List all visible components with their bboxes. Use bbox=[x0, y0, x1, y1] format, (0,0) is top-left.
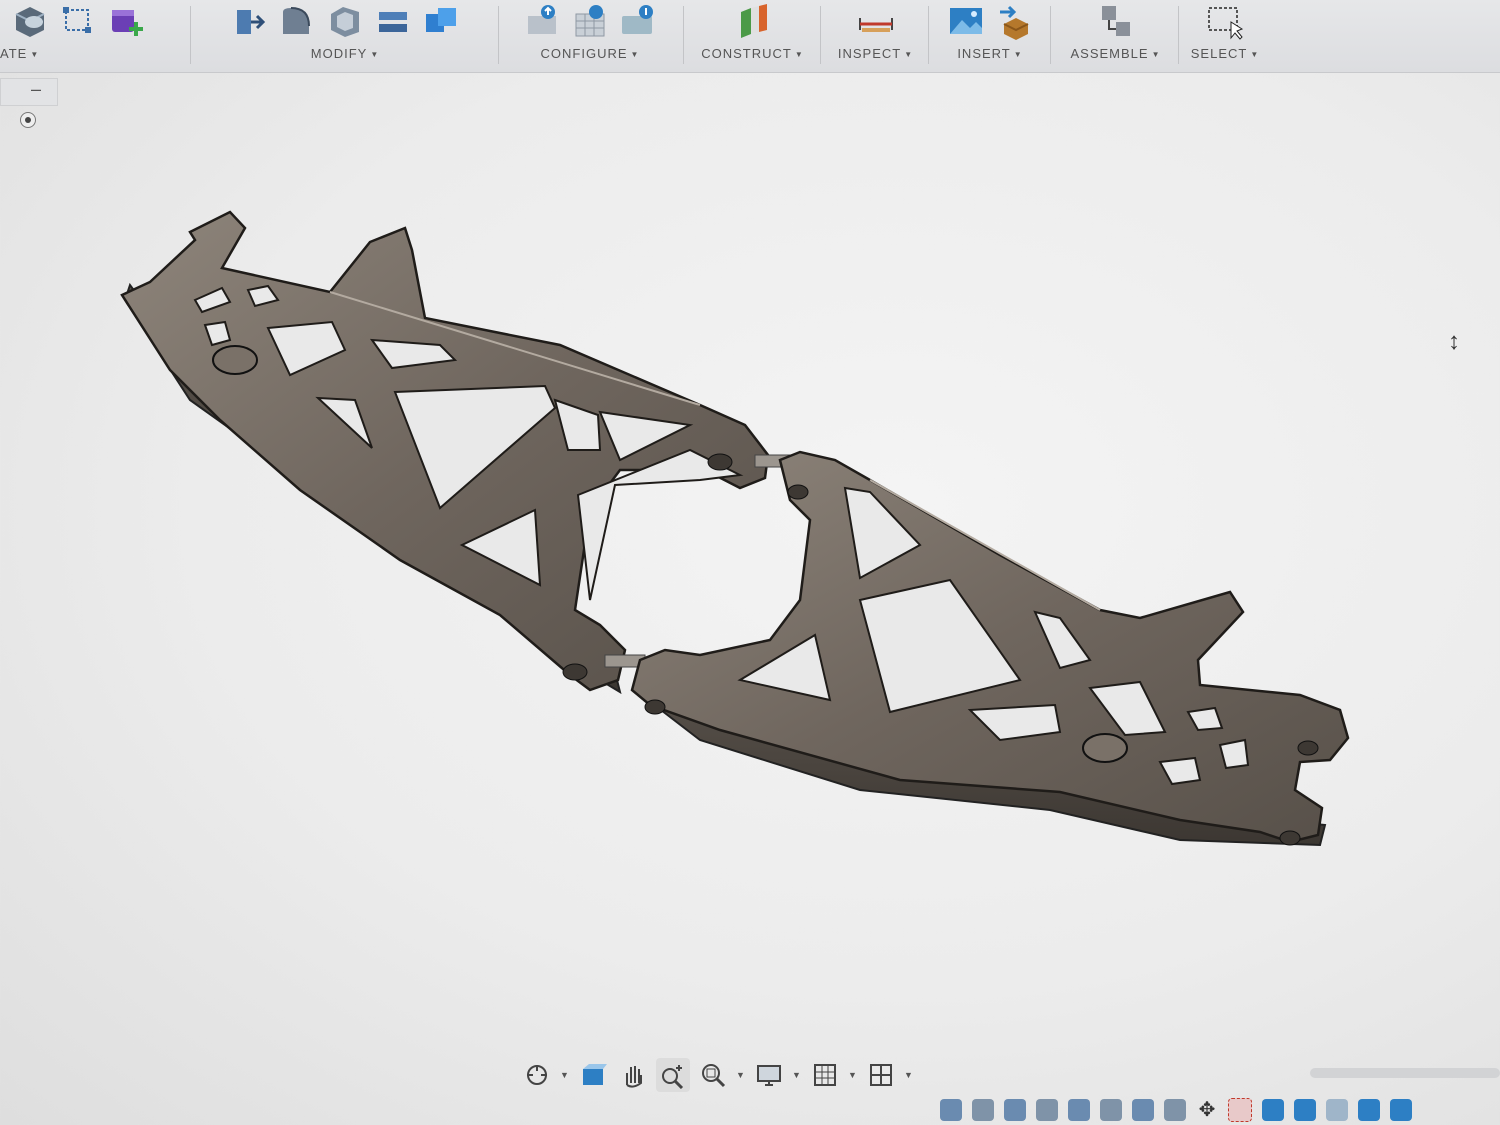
split-icon[interactable] bbox=[373, 2, 413, 40]
toolbar-divider bbox=[190, 6, 191, 64]
toolbar-divider bbox=[1178, 6, 1179, 64]
look-at-icon[interactable] bbox=[576, 1058, 610, 1092]
assemble-label[interactable]: ASSEMBLE ▼ bbox=[1058, 46, 1173, 61]
toolbar-divider bbox=[683, 6, 684, 64]
sketch-icon[interactable] bbox=[58, 2, 98, 40]
shell-icon[interactable] bbox=[325, 2, 365, 40]
fit-dropdown-icon[interactable]: ▼ bbox=[736, 1070, 746, 1080]
timeline-feature-icon[interactable] bbox=[1132, 1098, 1154, 1121]
timeline-feature-icon[interactable] bbox=[1068, 1098, 1090, 1121]
select-group[interactable]: SELECT ▼ bbox=[1185, 0, 1265, 72]
inspect-label[interactable]: INSPECT ▼ bbox=[828, 46, 923, 61]
timeline-feature-icon[interactable] bbox=[1004, 1098, 1026, 1121]
configure-group[interactable]: CONFIGURE ▼ bbox=[505, 0, 675, 72]
construct-group[interactable]: CONSTRUCT ▼ bbox=[690, 0, 815, 72]
timeline-feature-icon[interactable] bbox=[1390, 1098, 1412, 1121]
modify-label[interactable]: MODIFY ▼ bbox=[200, 46, 490, 61]
grid-dropdown-icon[interactable]: ▼ bbox=[848, 1070, 858, 1080]
orbit-icon[interactable] bbox=[520, 1058, 554, 1092]
insert-label[interactable]: INSERT ▼ bbox=[935, 46, 1045, 61]
suspension-arm-model[interactable] bbox=[0, 73, 1500, 1073]
display-dropdown-icon[interactable]: ▼ bbox=[792, 1070, 802, 1080]
toolbar-divider bbox=[820, 6, 821, 64]
configure-table-icon[interactable] bbox=[522, 2, 562, 40]
configure-label[interactable]: CONFIGURE ▼ bbox=[505, 46, 675, 61]
pan-icon[interactable] bbox=[616, 1058, 650, 1092]
configure-grid-icon[interactable] bbox=[570, 2, 610, 40]
create-box-icon[interactable] bbox=[10, 2, 50, 40]
create-group[interactable]: ATE ▼ bbox=[0, 0, 185, 72]
timeline-feature-icon[interactable] bbox=[972, 1098, 994, 1121]
insert-image-icon[interactable] bbox=[946, 2, 986, 40]
timeline-feature-icon[interactable] bbox=[1294, 1098, 1316, 1121]
joint-icon[interactable] bbox=[1096, 2, 1136, 40]
navigation-bar: ▼ ▼ ▼ ▼ ▼ bbox=[520, 1050, 920, 1100]
grid-icon[interactable] bbox=[808, 1058, 842, 1092]
measure-icon[interactable] bbox=[856, 2, 896, 40]
timeline-bar: ✥ bbox=[930, 1094, 1500, 1125]
timeline-feature-icon[interactable] bbox=[1262, 1098, 1284, 1121]
viewports-dropdown-icon[interactable]: ▼ bbox=[904, 1070, 914, 1080]
timeline-scrollbar[interactable] bbox=[1310, 1068, 1500, 1078]
configure-theme-icon[interactable] bbox=[618, 2, 658, 40]
toolbar-divider bbox=[498, 6, 499, 64]
construct-label[interactable]: CONSTRUCT ▼ bbox=[690, 46, 815, 61]
modify-group[interactable]: MODIFY ▼ bbox=[200, 0, 490, 72]
new-component-icon[interactable] bbox=[106, 2, 146, 40]
inspect-group[interactable]: INSPECT ▼ bbox=[828, 0, 923, 72]
move-icon[interactable]: ✥ bbox=[1196, 1099, 1218, 1121]
resize-cursor-icon: ↕ bbox=[1448, 328, 1460, 355]
toolbar-divider bbox=[928, 6, 929, 64]
display-settings-icon[interactable] bbox=[752, 1058, 786, 1092]
fit-icon[interactable] bbox=[696, 1058, 730, 1092]
timeline-feature-icon[interactable] bbox=[1100, 1098, 1122, 1121]
create-label[interactable]: ATE ▼ bbox=[0, 46, 185, 61]
timeline-feature-icon[interactable] bbox=[1358, 1098, 1380, 1121]
timeline-feature-icon[interactable] bbox=[940, 1098, 962, 1121]
timeline-feature-icon[interactable] bbox=[1326, 1098, 1348, 1121]
zoom-icon[interactable] bbox=[656, 1058, 690, 1092]
combine-icon[interactable] bbox=[421, 2, 461, 40]
window-select-icon[interactable] bbox=[1205, 2, 1245, 40]
main-toolbar: ATE ▼ MODIFY ▼ CONFIGURE ▼ CONSTRUCT ▼ I… bbox=[0, 0, 1500, 73]
press-pull-icon[interactable] bbox=[229, 2, 269, 40]
insert-group[interactable]: INSERT ▼ bbox=[935, 0, 1045, 72]
insert-mesh-icon[interactable] bbox=[994, 2, 1034, 40]
fillet-icon[interactable] bbox=[277, 2, 317, 40]
timeline-feature-icon[interactable] bbox=[1228, 1097, 1252, 1122]
viewports-icon[interactable] bbox=[864, 1058, 898, 1092]
construct-plane-icon[interactable] bbox=[733, 2, 773, 40]
3d-viewport[interactable]: ↕ bbox=[0, 73, 1500, 1073]
select-label[interactable]: SELECT ▼ bbox=[1185, 46, 1265, 61]
assemble-group[interactable]: ASSEMBLE ▼ bbox=[1058, 0, 1173, 72]
toolbar-divider bbox=[1050, 6, 1051, 64]
timeline-feature-icon[interactable] bbox=[1036, 1098, 1058, 1121]
timeline-feature-icon[interactable] bbox=[1164, 1098, 1186, 1121]
orbit-dropdown-icon[interactable]: ▼ bbox=[560, 1070, 570, 1080]
